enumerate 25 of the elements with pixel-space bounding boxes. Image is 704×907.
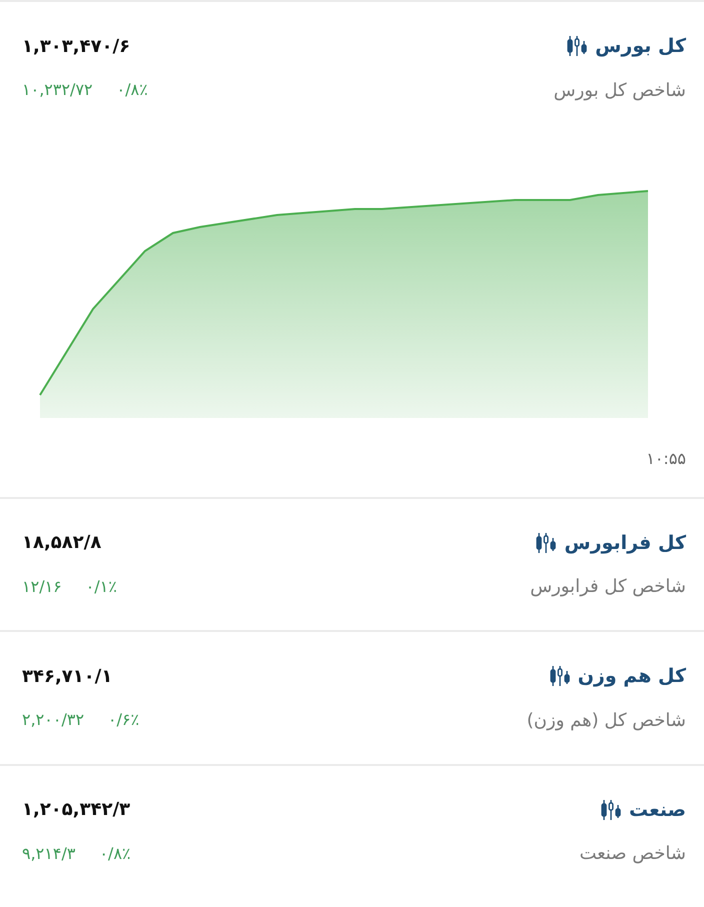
percent-change: ۰/۱٪ — [86, 576, 117, 598]
point-change: ۱۲/۱۶ — [22, 576, 62, 598]
index-name: صنعت — [629, 798, 686, 822]
percent-change: ۰/۸٪ — [116, 79, 148, 101]
time-label: ۱۰:۵۵ — [645, 448, 686, 470]
index-description: شاخص کل فرابورس — [530, 575, 686, 599]
point-change: ۹,۲۱۴/۳ — [22, 842, 76, 864]
candlestick-icon — [567, 35, 588, 58]
index-description: شاخص کل (هم وزن) — [526, 708, 686, 732]
index-value: ۳۴۶,۷۱۰/۱ — [22, 664, 112, 689]
index-description: شاخص کل بورس — [554, 78, 686, 102]
index-name: کل هم وزن — [578, 664, 686, 689]
candlestick-icon — [536, 532, 556, 554]
percent-change: ۰/۶٪ — [108, 709, 140, 731]
point-change: ۲,۲۰۰/۳۲ — [22, 709, 84, 731]
index-value: ۱۸,۵۸۲/۸ — [22, 531, 102, 556]
candlestick-icon — [550, 665, 570, 688]
index-value: ۱,۳۰۳,۴۷۰/۶ — [22, 34, 130, 59]
index-name: کل فرابورس — [564, 530, 686, 556]
candlestick-icon — [601, 798, 622, 821]
point-change: ۱۰,۲۳۲/۷۲ — [22, 79, 93, 101]
index-value: ۱,۲۰۵,۳۴۲/۳ — [22, 798, 130, 822]
percent-change: ۰/۸٪ — [99, 842, 131, 864]
index-description: شاخص صنعت — [579, 842, 686, 866]
index-name: کل بورس — [595, 34, 686, 59]
